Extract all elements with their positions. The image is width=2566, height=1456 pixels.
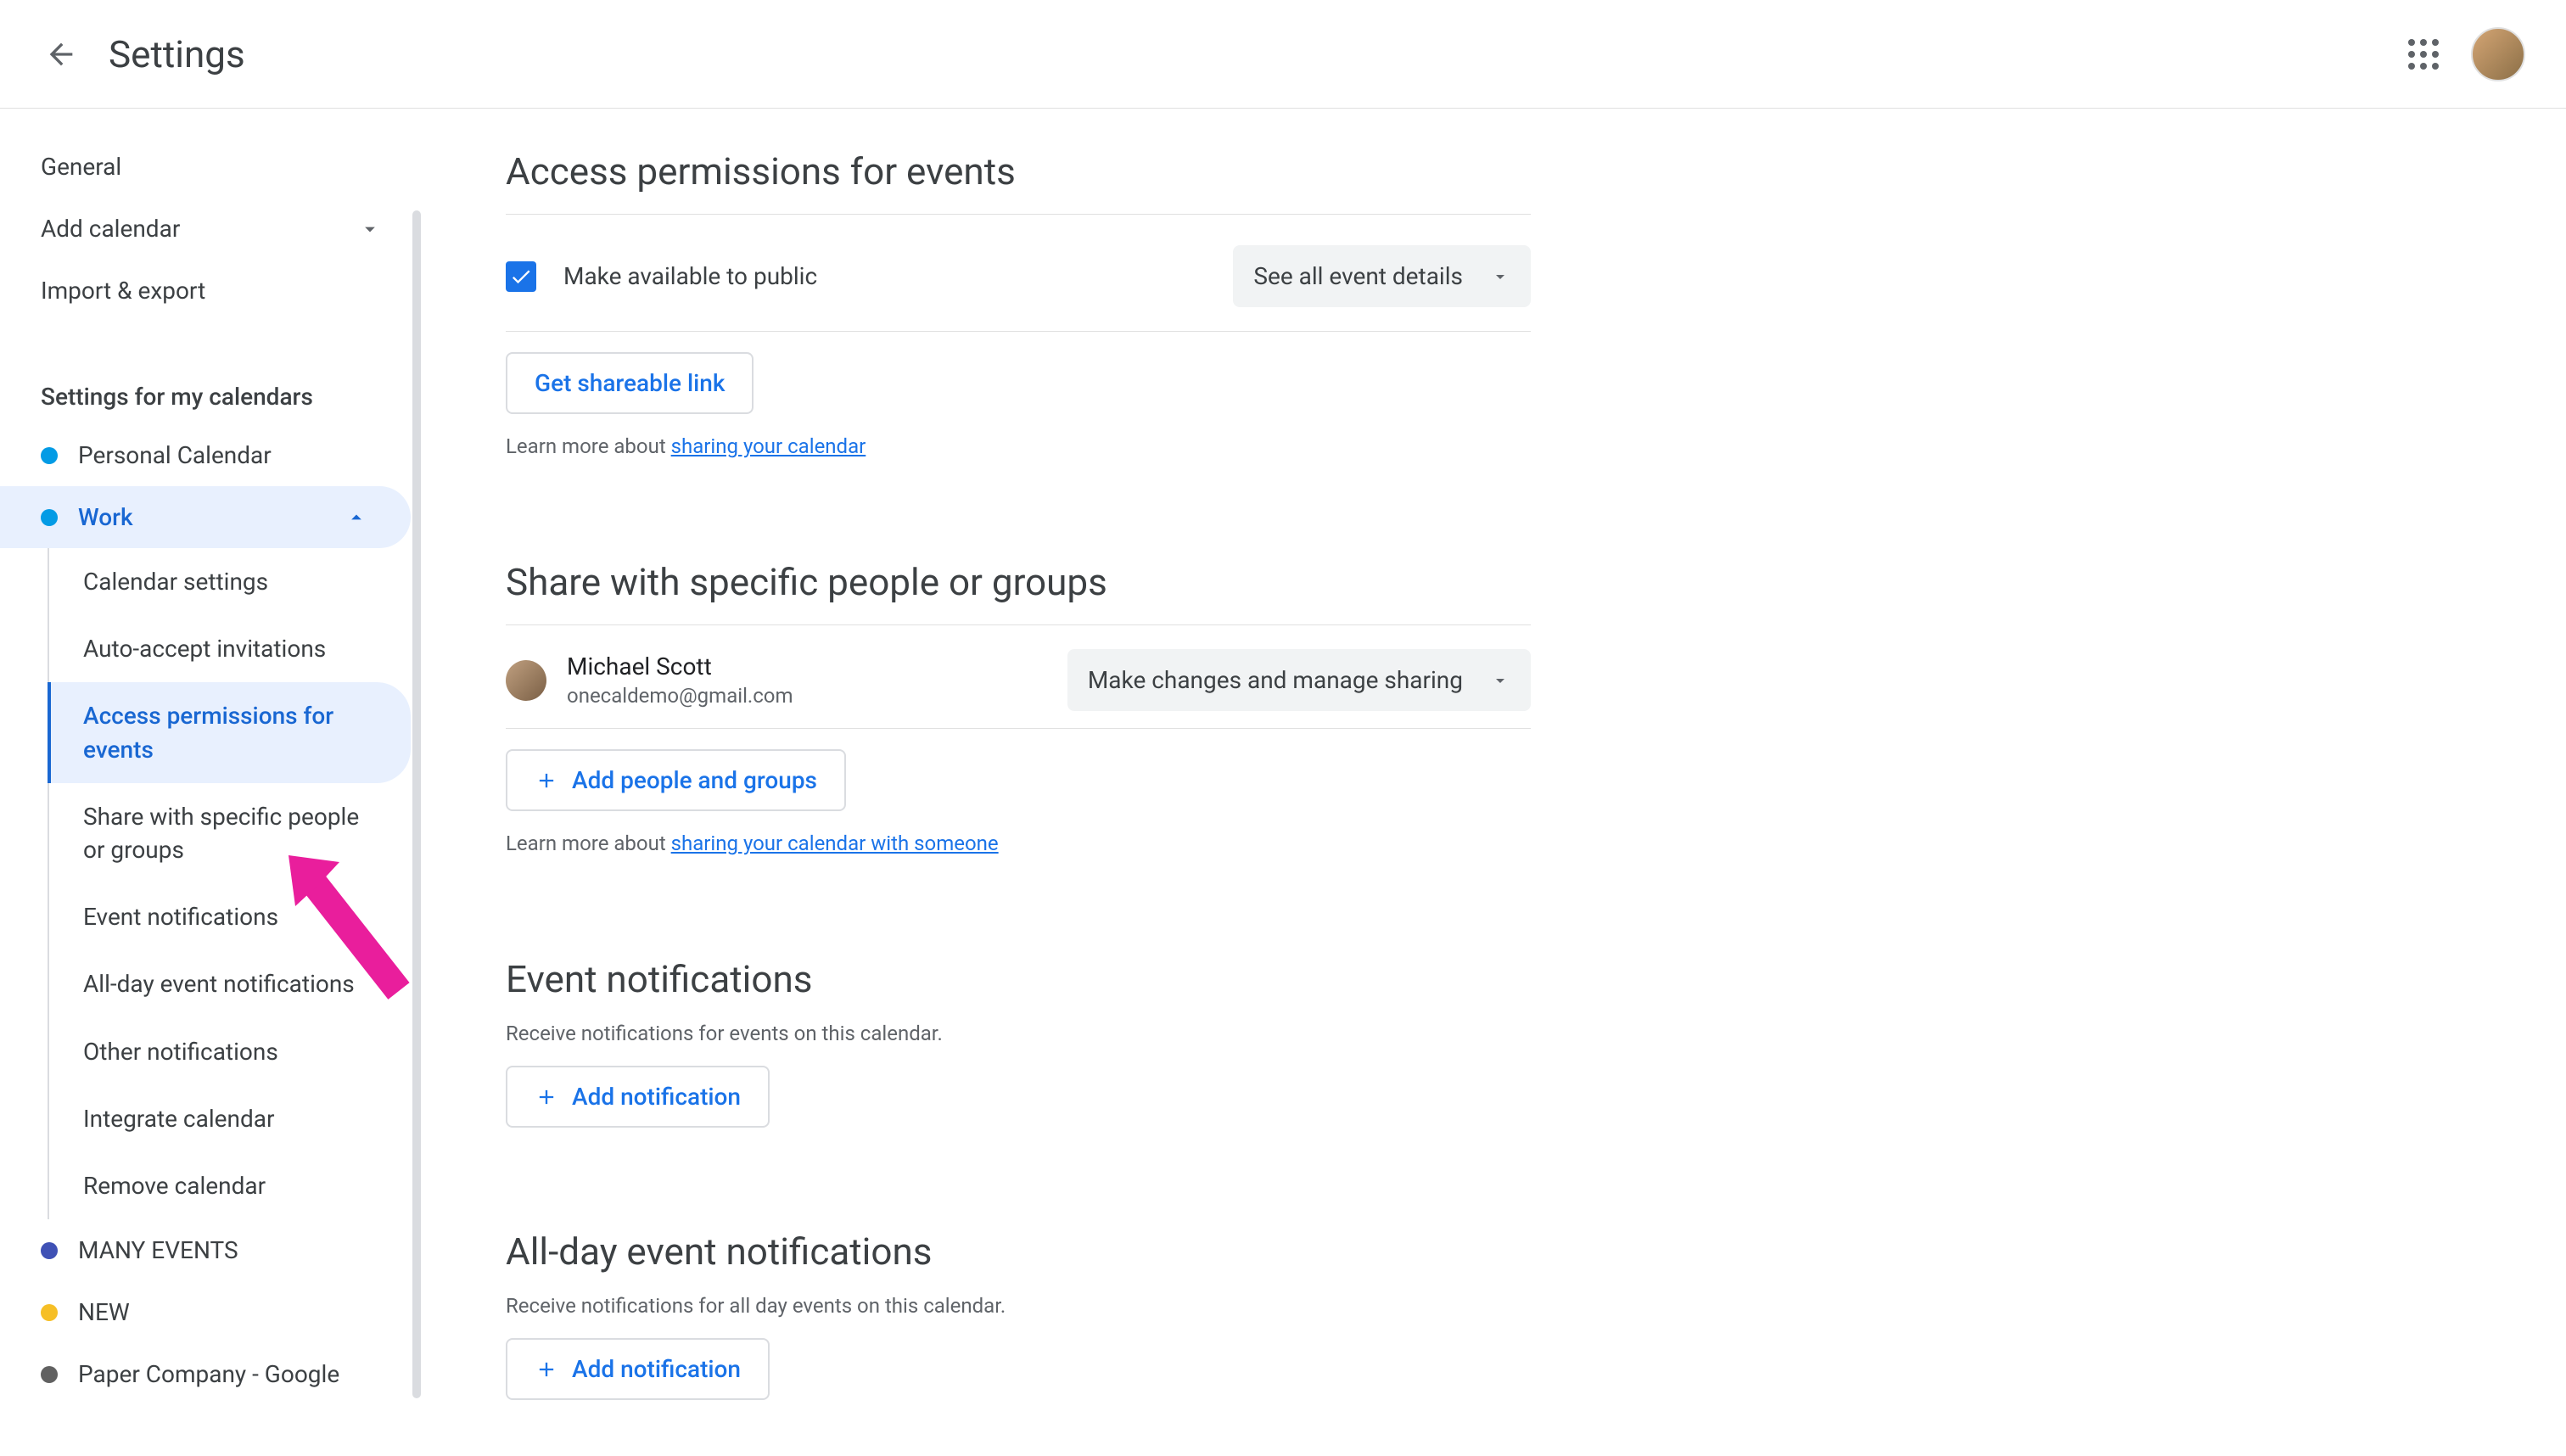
plus-icon	[535, 1085, 558, 1109]
subitem-integrate-calendar[interactable]: Integrate calendar	[49, 1085, 411, 1152]
get-shareable-link-button[interactable]: Get shareable link	[506, 352, 754, 414]
button-label: Add notification	[572, 1355, 741, 1383]
help-text: Learn more about sharing your calendar	[506, 434, 1531, 458]
section-description: Receive notifications for events on this…	[506, 1022, 1531, 1045]
nav-label: General	[41, 153, 121, 181]
help-text: Learn more about sharing your calendar w…	[506, 832, 1531, 855]
nav-label: Add calendar	[41, 215, 180, 243]
header-left: Settings	[41, 32, 245, 76]
nav-label: Import & export	[41, 277, 205, 305]
back-button[interactable]	[41, 34, 81, 75]
sidebar: General Add calendar Import & export Set…	[0, 109, 424, 1456]
subitem-calendar-settings[interactable]: Calendar settings	[49, 548, 411, 615]
calendar-color-dot	[41, 1242, 58, 1259]
section-description: Receive notifications for all day events…	[506, 1294, 1531, 1318]
dropdown-permission-level[interactable]: Make changes and manage sharing	[1067, 649, 1531, 711]
nav-item-import-export[interactable]: Import & export	[0, 260, 424, 322]
apps-launcher-button[interactable]	[2403, 34, 2444, 75]
calendar-color-dot	[41, 1366, 58, 1383]
checkmark-icon	[509, 265, 533, 288]
button-label: Add notification	[572, 1083, 741, 1111]
checkbox-make-public[interactable]	[506, 261, 536, 292]
subitem-access-permissions[interactable]: Access permissions for events	[49, 682, 411, 782]
page-title: Settings	[109, 32, 245, 76]
person-name: Michael Scott	[567, 652, 793, 680]
subitem-remove-calendar[interactable]: Remove calendar	[49, 1152, 411, 1219]
subitem-auto-accept[interactable]: Auto-accept invitations	[49, 615, 411, 682]
section-access-permissions: Access permissions for events Make avail…	[506, 149, 1531, 458]
subitem-other-notifications[interactable]: Other notifications	[49, 1018, 411, 1085]
button-label: Get shareable link	[535, 369, 725, 397]
help-prefix: Learn more about	[506, 434, 671, 458]
calendar-item-many-events[interactable]: MANY EVENTS	[0, 1219, 411, 1281]
section-event-notifications: Event notifications Receive notification…	[506, 957, 1531, 1128]
calendar-color-dot	[41, 1304, 58, 1321]
person-email: onecaldemo@gmail.com	[567, 684, 793, 708]
help-link-sharing[interactable]: sharing your calendar	[671, 434, 866, 458]
scrollbar-track	[411, 109, 424, 1456]
dropdown-arrow-icon	[1490, 670, 1510, 691]
calendar-item-paper-company[interactable]: Paper Company - Google	[0, 1343, 411, 1405]
help-prefix: Learn more about	[506, 832, 671, 855]
section-title: All-day event notifications	[506, 1229, 1531, 1280]
person-info: Michael Scott onecaldemo@gmail.com	[506, 652, 793, 708]
button-label: Add people and groups	[572, 766, 817, 794]
calendar-label: Paper Company - Google	[78, 1360, 370, 1388]
sidebar-section-header: Settings for my calendars	[0, 362, 424, 424]
header: Settings	[0, 0, 2566, 109]
header-right	[2403, 27, 2525, 81]
calendar-label: NEW	[78, 1298, 370, 1326]
plus-icon	[535, 769, 558, 792]
chevron-up-icon	[343, 504, 370, 531]
nav-item-general[interactable]: General	[0, 136, 424, 198]
calendar-item-work[interactable]: Work	[0, 486, 411, 548]
section-title: Share with specific people or groups	[506, 560, 1531, 625]
chevron-down-icon	[356, 216, 384, 243]
main-content: Access permissions for events Make avail…	[424, 109, 1612, 1456]
content-wrapper: General Add calendar Import & export Set…	[0, 109, 2566, 1456]
calendar-label: Work	[78, 503, 322, 531]
section-share-specific: Share with specific people or groups Mic…	[506, 560, 1531, 855]
person-row: Michael Scott onecaldemo@gmail.com Make …	[506, 632, 1531, 729]
help-link-sharing-someone[interactable]: sharing your calendar with someone	[671, 832, 999, 855]
person-avatar	[506, 660, 546, 701]
scrollbar-thumb[interactable]	[412, 210, 421, 1398]
calendar-label: MANY EVENTS	[78, 1236, 370, 1264]
subitem-event-notifications[interactable]: Event notifications	[49, 883, 411, 950]
checkbox-label-group: Make available to public	[506, 261, 817, 292]
dropdown-value: Make changes and manage sharing	[1088, 666, 1463, 694]
add-people-button[interactable]: Add people and groups	[506, 749, 846, 811]
add-notification-button[interactable]: Add notification	[506, 1066, 770, 1128]
calendar-color-dot	[41, 447, 58, 464]
calendar-item-new[interactable]: NEW	[0, 1281, 411, 1343]
dropdown-value: See all event details	[1253, 262, 1463, 290]
calendar-color-dot	[41, 509, 58, 526]
subitem-share-specific[interactable]: Share with specific people or groups	[49, 783, 411, 883]
plus-icon	[535, 1358, 558, 1381]
checkbox-label-text: Make available to public	[563, 262, 817, 290]
profile-avatar[interactable]	[2471, 27, 2525, 81]
section-allday-notifications: All-day event notifications Receive noti…	[506, 1229, 1531, 1400]
add-allday-notification-button[interactable]: Add notification	[506, 1338, 770, 1400]
dropdown-event-details[interactable]: See all event details	[1233, 245, 1531, 307]
apps-grid-icon	[2408, 39, 2439, 70]
calendar-label: Personal Calendar	[78, 441, 370, 469]
section-title: Access permissions for events	[506, 149, 1531, 215]
person-details: Michael Scott onecaldemo@gmail.com	[567, 652, 793, 708]
dropdown-arrow-icon	[1490, 266, 1510, 287]
work-subitems: Calendar settings Auto-accept invitation…	[48, 548, 424, 1219]
section-title: Event notifications	[506, 957, 1531, 1008]
setting-row-public: Make available to public See all event d…	[506, 221, 1531, 332]
nav-item-add-calendar[interactable]: Add calendar	[0, 198, 424, 260]
subitem-allday-notifications[interactable]: All-day event notifications	[49, 950, 411, 1017]
arrow-left-icon	[44, 37, 78, 71]
calendar-item-personal[interactable]: Personal Calendar	[0, 424, 411, 486]
